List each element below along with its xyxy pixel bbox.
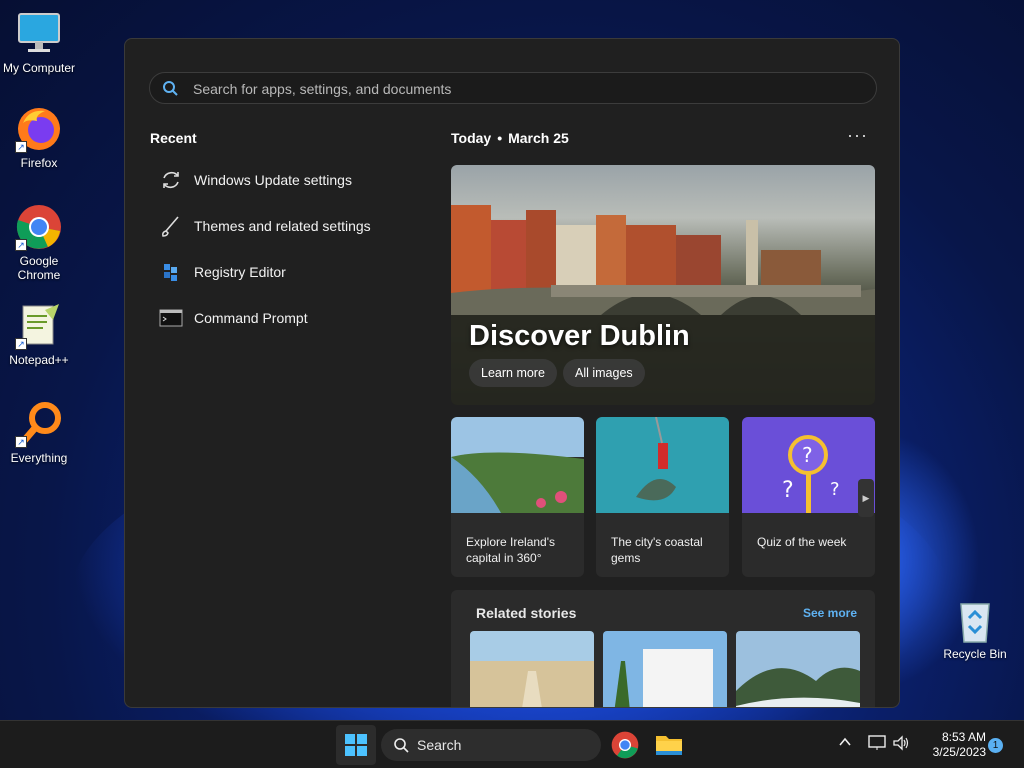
shortcut-arrow-icon: ↗	[15, 141, 27, 153]
all-images-button[interactable]: All images	[563, 359, 645, 387]
desktop-icon-label: Everything	[10, 451, 68, 465]
card-coastal-gems[interactable]: The city's coastal gems	[596, 417, 729, 577]
chevron-right-icon[interactable]: ▶	[858, 479, 874, 517]
related-story-thumb[interactable]	[603, 631, 727, 707]
taskbar: Search 8:53 AM 3/25/2023 1	[0, 720, 1024, 768]
related-title: Related stories	[476, 605, 577, 621]
refresh-icon	[159, 168, 183, 192]
desktop-icon-label: Recycle Bin	[943, 647, 1007, 661]
notepadpp-icon: ↗	[15, 302, 63, 350]
desktop-icon-chrome[interactable]: ↗ Google Chrome	[1, 203, 77, 282]
desktop-icon-firefox[interactable]: ↗ Firefox	[1, 105, 77, 170]
svg-text:?: ?	[782, 478, 794, 503]
network-icon[interactable]	[868, 735, 886, 754]
hero-card-dublin[interactable]: Discover Dublin Learn more All images	[451, 165, 875, 405]
ellipsis-icon[interactable]: ···	[847, 125, 868, 146]
chrome-icon: ↗	[15, 203, 63, 251]
desktop-icon-label: Firefox	[20, 156, 58, 170]
system-clock[interactable]: 8:53 AM 3/25/2023	[920, 730, 986, 760]
file-explorer-icon[interactable]	[653, 729, 685, 761]
card-explore-ireland[interactable]: Explore Ireland's capital in 360°	[451, 417, 584, 577]
brush-icon	[159, 214, 183, 238]
today-date: March 25	[508, 130, 569, 146]
search-input[interactable]: Search for apps, settings, and documents	[193, 81, 451, 97]
monitor-icon	[15, 10, 63, 58]
learn-more-button[interactable]: Learn more	[469, 359, 557, 387]
registry-icon	[159, 260, 183, 284]
related-story-thumb[interactable]	[736, 631, 860, 707]
svg-text:?: ?	[830, 479, 840, 500]
recent-item-label: Registry Editor	[194, 264, 286, 280]
recent-item-registry-editor[interactable]: Registry Editor	[159, 257, 286, 287]
lighthouse-pier-image	[596, 417, 729, 513]
search-icon	[162, 80, 178, 96]
shortcut-arrow-icon: ↗	[15, 239, 27, 251]
today-label: Today	[451, 130, 492, 146]
recent-item-label: Themes and related settings	[194, 218, 371, 234]
today-header: Today • March 25	[451, 130, 569, 146]
related-stories: Related stories See more	[451, 590, 875, 707]
start-menu: Search for apps, settings, and documents…	[124, 38, 900, 708]
card-caption: Explore Ireland's capital in 360°	[466, 535, 556, 565]
recent-item-label: Windows Update settings	[194, 172, 352, 188]
recent-item-command-prompt[interactable]: Command Prompt	[159, 303, 308, 333]
quiz-magnifier-image: ???	[742, 417, 875, 513]
shortcut-arrow-icon: ↗	[15, 436, 27, 448]
notification-badge[interactable]: 1	[988, 738, 1003, 753]
chrome-icon[interactable]	[609, 729, 641, 761]
windows-start-icon[interactable]	[336, 725, 376, 765]
taskbar-search[interactable]: Search	[381, 729, 601, 761]
desktop-icon-recycle-bin[interactable]: Recycle Bin	[937, 596, 1013, 661]
card-quiz-of-week[interactable]: ??? Quiz of the week	[742, 417, 875, 577]
recent-item-themes[interactable]: Themes and related settings	[159, 211, 371, 241]
desktop-icon-everything[interactable]: ↗ Everything	[1, 400, 77, 465]
card-caption: Quiz of the week	[757, 535, 847, 549]
clock-date: 3/25/2023	[932, 745, 986, 759]
related-story-thumb[interactable]	[470, 631, 594, 707]
volume-icon[interactable]	[892, 735, 910, 754]
coast-landscape-image	[451, 417, 584, 513]
recent-heading: Recent	[150, 130, 197, 146]
desktop-icon-my-computer[interactable]: My Computer	[1, 10, 77, 75]
firefox-icon: ↗	[15, 105, 63, 153]
chevron-up-icon[interactable]	[838, 735, 852, 752]
taskbar-search-label: Search	[417, 737, 462, 753]
hero-title: Discover Dublin	[469, 320, 690, 352]
start-search-box[interactable]: Search for apps, settings, and documents	[149, 72, 877, 104]
search-icon	[394, 738, 409, 753]
see-more-link[interactable]: See more	[803, 606, 857, 620]
svg-text:?: ?	[802, 443, 813, 467]
recent-item-windows-update[interactable]: Windows Update settings	[159, 165, 352, 195]
desktop-icon-label: My Computer	[2, 61, 76, 75]
everything-icon: ↗	[15, 400, 63, 448]
shortcut-arrow-icon: ↗	[15, 338, 27, 350]
desktop-icon-label: Notepad++	[9, 353, 69, 367]
recent-item-label: Command Prompt	[194, 310, 308, 326]
card-caption: The city's coastal gems	[611, 535, 703, 565]
recycle-bin-icon	[951, 596, 999, 644]
desktop-icon-label: Google Chrome	[17, 254, 61, 282]
clock-time: 8:53 AM	[941, 730, 986, 744]
desktop-icon-notepadpp[interactable]: ↗ Notepad++	[1, 302, 77, 367]
terminal-icon	[159, 306, 183, 330]
